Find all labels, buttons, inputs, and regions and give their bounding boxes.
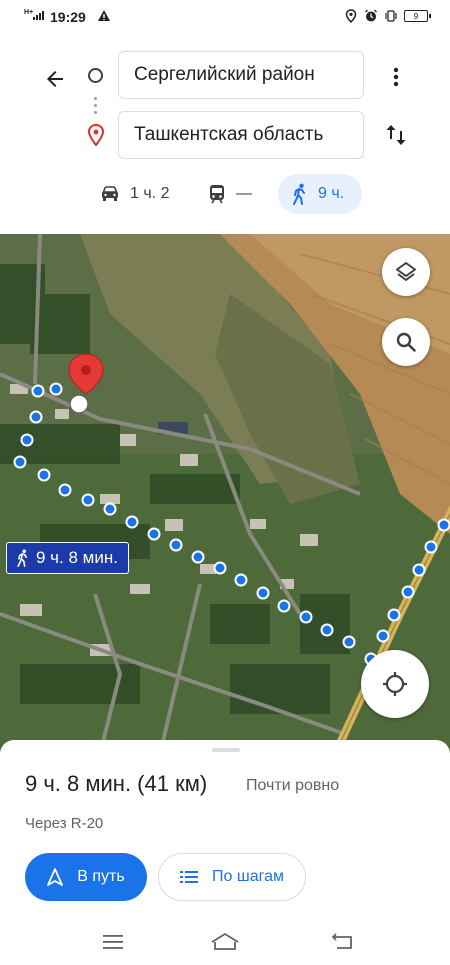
search-icon: [396, 332, 416, 352]
mode-car-time: 1 ч. 2: [130, 185, 170, 202]
search-along-route-button[interactable]: [382, 318, 430, 366]
sheet-drag-handle[interactable]: [212, 748, 240, 752]
location-icon: [345, 9, 357, 23]
mode-car[interactable]: 1 ч. 2: [100, 174, 169, 214]
status-bar: H+ 19:29 9: [0, 0, 450, 34]
travel-modes: 1 ч. 2 — 9 ч.: [0, 174, 450, 216]
destination-pin-icon: [87, 124, 105, 146]
origin-field[interactable]: Сергелийский район: [118, 51, 364, 99]
mode-transit[interactable]: —: [208, 174, 252, 214]
my-location-button[interactable]: [361, 650, 429, 718]
battery-icon: 9: [404, 10, 431, 22]
steps-label: По шагам: [212, 868, 284, 885]
route-connector: [94, 97, 97, 118]
route-summary-title: 9 ч. 8 мин. (41 км): [25, 771, 208, 796]
vibrate-icon: [385, 10, 397, 22]
battery-level: 9: [413, 11, 419, 21]
walk-icon: [293, 183, 305, 205]
route-duration-label: 9 ч. 8 мин.: [36, 548, 118, 567]
steps-button[interactable]: По шагам: [158, 853, 306, 901]
swap-button[interactable]: [380, 118, 412, 152]
back-button[interactable]: [38, 62, 72, 96]
route-summary-sheet[interactable]: 9 ч. 8 мин. (41 км) Почти ровно Через R-…: [0, 740, 450, 925]
arrow-back-icon: [47, 71, 63, 87]
back-nav-button[interactable]: [326, 929, 360, 955]
more-options-button[interactable]: [384, 60, 408, 94]
origin-circle-icon: [88, 68, 103, 83]
crosshair-icon: [383, 672, 407, 696]
home-nav-button[interactable]: [208, 929, 242, 955]
return-icon: [331, 933, 352, 949]
alarm-icon: [365, 9, 377, 22]
car-icon: [102, 186, 118, 201]
terrain-note: Почти ровно: [246, 777, 340, 794]
clock: 19:29: [50, 9, 86, 25]
train-icon: [210, 185, 224, 204]
mode-walk-time: 9 ч.: [318, 185, 345, 202]
home-icon: [211, 932, 239, 950]
layers-button[interactable]: [382, 248, 430, 296]
destination-field[interactable]: Ташкентская область: [118, 111, 364, 159]
walk-icon: [17, 549, 28, 567]
directions-header: Сергелийский район Ташкентская область 1…: [0, 34, 450, 234]
menu-icon: [103, 935, 123, 949]
mode-transit-time: —: [236, 185, 252, 202]
more-vert-icon: [393, 67, 399, 87]
system-nav-bar: [0, 925, 450, 965]
network-type: H+: [24, 9, 34, 16]
swap-vert-icon: [386, 125, 406, 145]
warning-icon: [98, 10, 110, 21]
layers-icon: [396, 262, 416, 281]
route-via: Через R-20: [25, 815, 104, 832]
map-view[interactable]: 9 ч. 8 мин.: [0, 234, 450, 754]
signal-icon: [33, 11, 44, 20]
destination-marker[interactable]: [68, 353, 104, 395]
navigation-icon: [47, 868, 64, 886]
route-duration-chip[interactable]: 9 ч. 8 мин.: [6, 542, 129, 574]
start-label: В путь: [77, 868, 125, 885]
mode-walk[interactable]: 9 ч.: [278, 174, 362, 214]
start-navigation-button[interactable]: В путь: [25, 853, 147, 901]
list-icon: [180, 871, 199, 883]
menu-nav-button[interactable]: [96, 929, 130, 955]
